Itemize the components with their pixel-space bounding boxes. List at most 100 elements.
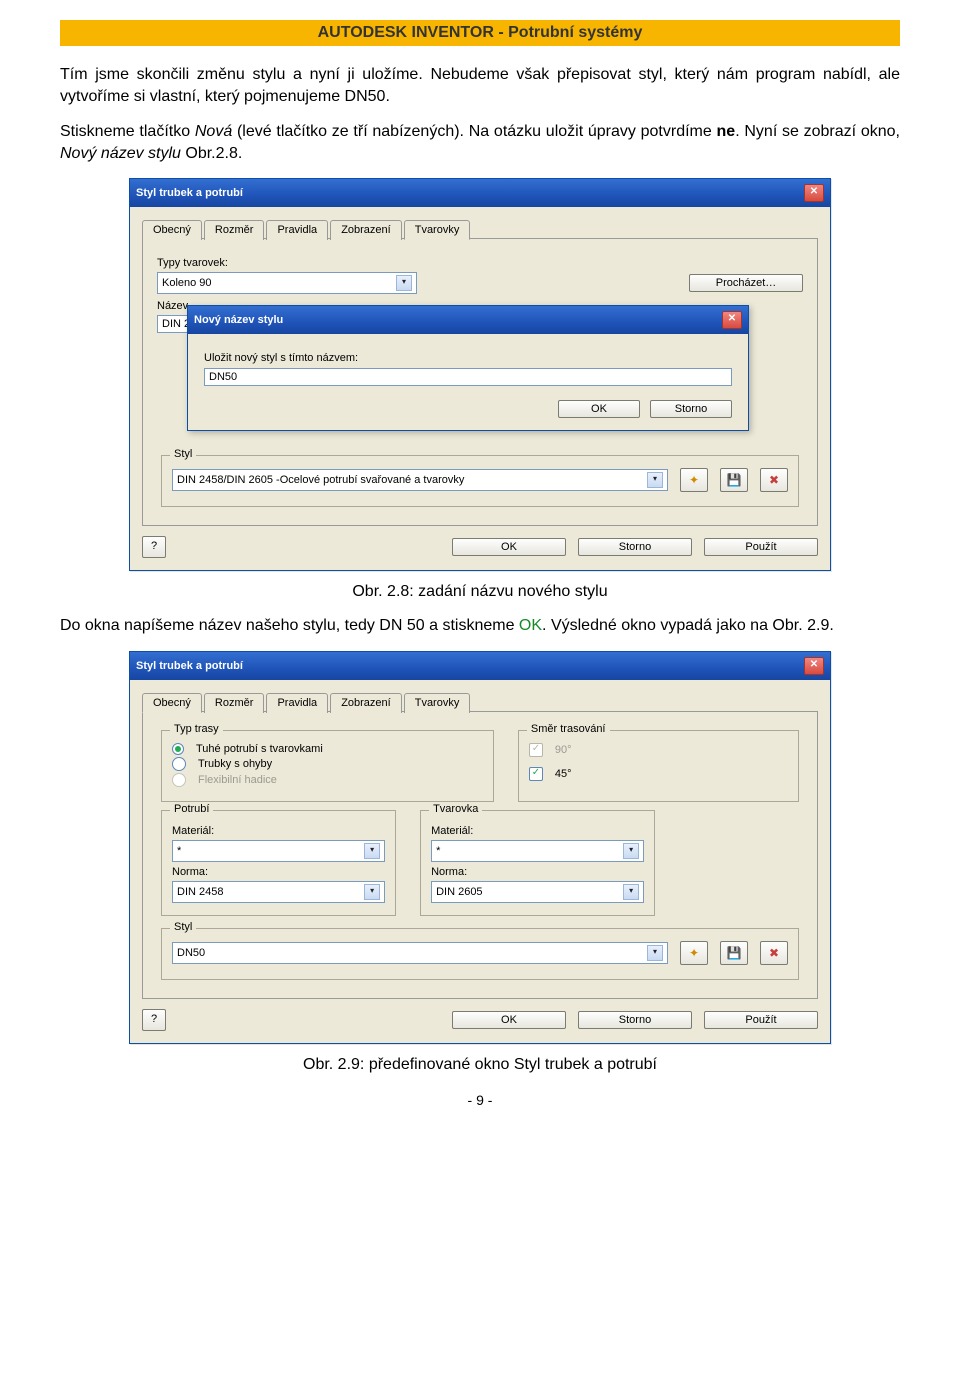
dialog-2-panel: Typ trasy Tuhé potrubí s tvarovkami Trub… xyxy=(142,711,818,999)
paragraph-1: Tím jsme skončili změnu stylu a nyní ji … xyxy=(60,64,900,107)
delete-icon: ✖ xyxy=(769,473,779,487)
radio-row-2[interactable]: Trubky s ohyby xyxy=(172,757,483,771)
apply-button[interactable]: Použít xyxy=(704,538,818,556)
help-button[interactable]: ? xyxy=(142,536,166,558)
norma-dropdown-2[interactable]: DIN 2605 ▾ xyxy=(431,881,644,903)
style-legend: Styl xyxy=(170,448,196,460)
ok-button[interactable]: OK xyxy=(452,1011,566,1029)
p2-nova: Nová xyxy=(195,123,232,140)
p2-ital: Nový název stylu xyxy=(60,145,181,162)
inner-cancel-button[interactable]: Storno xyxy=(650,400,732,418)
page-number: - 9 - xyxy=(60,1092,900,1108)
delete-style-icon[interactable]: ✖ xyxy=(760,468,788,492)
norma-dropdown-1[interactable]: DIN 2458 ▾ xyxy=(172,881,385,903)
p2-text-a: Stiskneme tlačítko xyxy=(60,123,195,140)
chevron-down-icon: ▾ xyxy=(396,275,412,291)
style-value-2: DN50 xyxy=(177,947,205,959)
chevron-down-icon: ▾ xyxy=(647,472,663,488)
style-legend-2: Styl xyxy=(170,921,196,933)
typ-trasy-legend: Typ trasy xyxy=(170,723,223,735)
angle-90-label: 90° xyxy=(555,744,572,756)
inner-ok-button[interactable]: OK xyxy=(558,400,640,418)
check-45[interactable]: ✓ 45° xyxy=(529,767,788,781)
new-style-icon[interactable]: ✦ xyxy=(680,468,708,492)
tab-rozmer[interactable]: Rozměr xyxy=(204,220,265,240)
p2-text-d: Obr.2.8. xyxy=(181,145,242,162)
p2-text-c: . Nyní se zobrazí okno, xyxy=(735,123,900,140)
radio-icon xyxy=(172,743,184,755)
browse-button[interactable]: Procházet… xyxy=(689,274,803,292)
dialog-1-panel: Typy tvarovek: Koleno 90 ▾ Procházet… Ná… xyxy=(142,238,818,526)
style-dropdown[interactable]: DIN 2458/DIN 2605 -Ocelové potrubí svařo… xyxy=(172,469,668,491)
norma-label-1: Norma: xyxy=(172,866,385,878)
types-dropdown[interactable]: Koleno 90 ▾ xyxy=(157,272,417,294)
dialog-2-title: Styl trubek a potrubí xyxy=(136,660,243,672)
tab-rozmer[interactable]: Rozměr xyxy=(204,693,265,713)
material-value-1: * xyxy=(177,845,181,857)
inner-dialog: Nový název stylu ✕ Uložit nový styl s tí… xyxy=(187,305,749,431)
types-value: Koleno 90 xyxy=(162,277,212,289)
material-value-2: * xyxy=(436,845,440,857)
tab-zobrazeni[interactable]: Zobrazení xyxy=(330,693,402,713)
material-dropdown-2[interactable]: * ▾ xyxy=(431,840,644,862)
dialog-1-title: Styl trubek a potrubí xyxy=(136,187,243,199)
close-icon[interactable]: ✕ xyxy=(804,184,824,202)
chevron-down-icon: ▾ xyxy=(364,884,380,900)
tab-zobrazeni[interactable]: Zobrazení xyxy=(330,220,402,240)
radio-icon xyxy=(172,757,186,771)
dialog-1-titlebar[interactable]: Styl trubek a potrubí ✕ xyxy=(130,179,830,207)
new-style-icon[interactable]: ✦ xyxy=(680,941,708,965)
radio-1-label: Tuhé potrubí s tvarovkami xyxy=(196,743,323,755)
tab-obecny[interactable]: Obecný xyxy=(142,693,202,713)
save-style-icon[interactable]: 💾 xyxy=(720,468,748,492)
check-90: ✓ 90° xyxy=(529,743,788,757)
material-dropdown-1[interactable]: * ▾ xyxy=(172,840,385,862)
sparkle-icon: ✦ xyxy=(689,473,699,487)
page-header-band: AUTODESK INVENTOR - Potrubní systémy xyxy=(60,20,900,46)
chevron-down-icon: ▾ xyxy=(364,843,380,859)
tab-tvarovky[interactable]: Tvarovky xyxy=(404,693,471,713)
norma-value-2: DIN 2605 xyxy=(436,886,482,898)
cancel-button[interactable]: Storno xyxy=(578,1011,692,1029)
disk-icon: 💾 xyxy=(727,473,742,487)
material-label-2: Materiál: xyxy=(431,825,644,837)
radio-2-label: Trubky s ohyby xyxy=(198,758,272,770)
dialog-2-titlebar[interactable]: Styl trubek a potrubí ✕ xyxy=(130,652,830,680)
p2-text-b: (levé tlačítko ze tří nabízených). Na ot… xyxy=(232,123,716,140)
apply-button[interactable]: Použít xyxy=(704,1011,818,1029)
inner-dialog-titlebar[interactable]: Nový název stylu ✕ xyxy=(188,306,748,334)
p2-ne: ne xyxy=(717,123,736,140)
dialog-1-tabs: Obecný Rozměr Pravidla Zobrazení Tvarovk… xyxy=(142,219,818,239)
smer-legend: Směr trasování xyxy=(527,723,610,735)
checkbox-icon: ✓ xyxy=(529,767,543,781)
tab-obecny[interactable]: Obecný xyxy=(142,220,202,240)
inner-prompt: Uložit nový styl s tímto názvem: xyxy=(204,352,732,364)
dialog-2: Styl trubek a potrubí ✕ Obecný Rozměr Pr… xyxy=(129,651,831,1044)
p3-text-a: Do okna napíšeme název našeho stylu, ted… xyxy=(60,617,519,634)
disk-icon: 💾 xyxy=(727,946,742,960)
tab-pravidla[interactable]: Pravidla xyxy=(266,693,328,713)
types-label: Typy tvarovek: xyxy=(157,257,803,269)
ok-button[interactable]: OK xyxy=(452,538,566,556)
inner-name-input[interactable]: DN50 xyxy=(204,368,732,386)
radio-row-1[interactable]: Tuhé potrubí s tvarovkami xyxy=(172,743,483,755)
delete-style-icon[interactable]: ✖ xyxy=(760,941,788,965)
chevron-down-icon: ▾ xyxy=(623,843,639,859)
radio-icon xyxy=(172,773,186,787)
close-icon[interactable]: ✕ xyxy=(722,311,742,329)
style-dropdown-2[interactable]: DN50 ▾ xyxy=(172,942,668,964)
save-style-icon[interactable]: 💾 xyxy=(720,941,748,965)
tab-tvarovky[interactable]: Tvarovky xyxy=(404,220,471,240)
cancel-button[interactable]: Storno xyxy=(578,538,692,556)
radio-3-label: Flexibilní hadice xyxy=(198,774,277,786)
style-value: DIN 2458/DIN 2605 -Ocelové potrubí svařo… xyxy=(177,474,464,486)
p3-ok: OK xyxy=(519,617,542,634)
dialog-1: Styl trubek a potrubí ✕ Obecný Rozměr Pr… xyxy=(129,178,831,571)
p3-text-b: . Výsledné okno vypadá jako na Obr. 2.9. xyxy=(542,617,834,634)
tab-pravidla[interactable]: Pravidla xyxy=(266,220,328,240)
help-button[interactable]: ? xyxy=(142,1009,166,1031)
norma-value-1: DIN 2458 xyxy=(177,886,223,898)
chevron-down-icon: ▾ xyxy=(623,884,639,900)
chevron-down-icon: ▾ xyxy=(647,945,663,961)
close-icon[interactable]: ✕ xyxy=(804,657,824,675)
